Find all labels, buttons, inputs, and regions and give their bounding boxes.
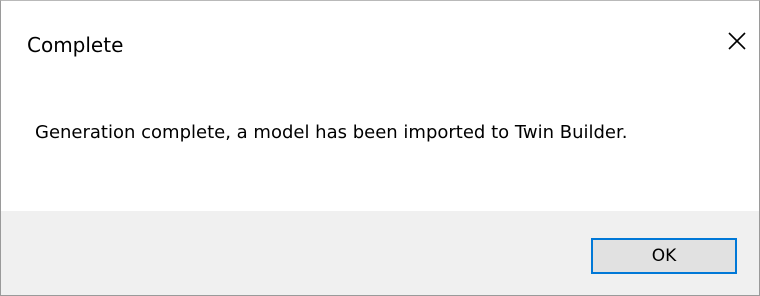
ok-button[interactable]: OK bbox=[591, 238, 737, 274]
dialog-footer: OK bbox=[1, 211, 759, 295]
close-icon bbox=[728, 32, 746, 50]
ok-button-label: OK bbox=[651, 246, 677, 266]
close-button[interactable] bbox=[715, 19, 759, 63]
dialog-content: Generation complete, a model has been im… bbox=[1, 85, 759, 211]
message-dialog: Complete Generation complete, a model ha… bbox=[0, 0, 760, 296]
dialog-message: Generation complete, a model has been im… bbox=[35, 122, 628, 143]
title-bar: Complete bbox=[1, 1, 759, 85]
dialog-title: Complete bbox=[27, 33, 124, 57]
